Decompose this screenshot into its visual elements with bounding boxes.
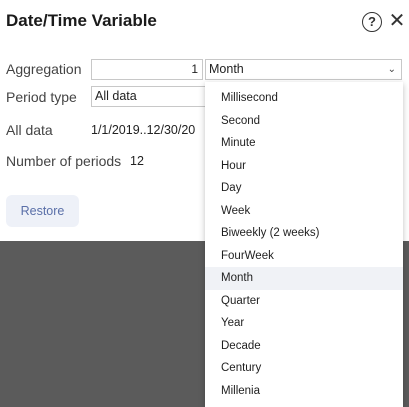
dropdown-option-second[interactable]: Second — [205, 110, 403, 133]
close-icon[interactable]: ✕ — [388, 10, 406, 32]
dropdown-option-biweekly-2-weeks[interactable]: Biweekly (2 weeks) — [205, 222, 403, 245]
dropdown-option-hour[interactable]: Hour — [205, 155, 403, 178]
dropdown-option-millisecond[interactable]: Millisecond — [205, 87, 403, 110]
dropdown-option-month[interactable]: Month — [205, 267, 403, 290]
help-icon[interactable]: ? — [362, 12, 382, 32]
aggregation-count-input[interactable]: 1 — [91, 59, 203, 80]
aggregation-unit-dropdown: Millisecond Second Minute Hour Day Week Biweek… — [205, 82, 403, 407]
restore-button[interactable]: Restore — [6, 195, 79, 227]
period-type-label: Period type — [6, 89, 77, 105]
number-of-periods-label: Number of periods — [6, 153, 122, 169]
dropdown-option-fourweek[interactable]: FourWeek — [205, 245, 403, 268]
dialog-title: Date/Time Variable — [6, 11, 157, 30]
dropdown-option-week[interactable]: Week — [205, 200, 403, 223]
aggregation-unit-value: Month — [209, 62, 244, 76]
dropdown-list: Millisecond Second Minute Hour Day Week Biweek… — [205, 82, 403, 402]
aggregation-label: Aggregation — [6, 61, 82, 77]
dropdown-option-millenia[interactable]: Millenia — [205, 380, 403, 403]
chevron-down-icon: ⌄ — [387, 64, 396, 75]
dropdown-option-decade[interactable]: Decade — [205, 335, 403, 358]
dropdown-option-quarter[interactable]: Quarter — [205, 290, 403, 313]
all-data-range: 1/1/2019..12/30/20 — [91, 123, 196, 137]
dropdown-option-day[interactable]: Day — [205, 177, 403, 200]
period-type-select[interactable]: All data — [91, 86, 207, 107]
number-of-periods-value: 12 — [130, 154, 144, 168]
aggregation-unit-select[interactable]: Month ⌄ — [205, 59, 402, 80]
dropdown-option-year[interactable]: Year — [205, 312, 403, 335]
dropdown-option-century[interactable]: Century — [205, 357, 403, 380]
period-type-value: All data — [95, 89, 137, 103]
all-data-label: All data — [6, 122, 53, 138]
dropdown-option-minute[interactable]: Minute — [205, 132, 403, 155]
